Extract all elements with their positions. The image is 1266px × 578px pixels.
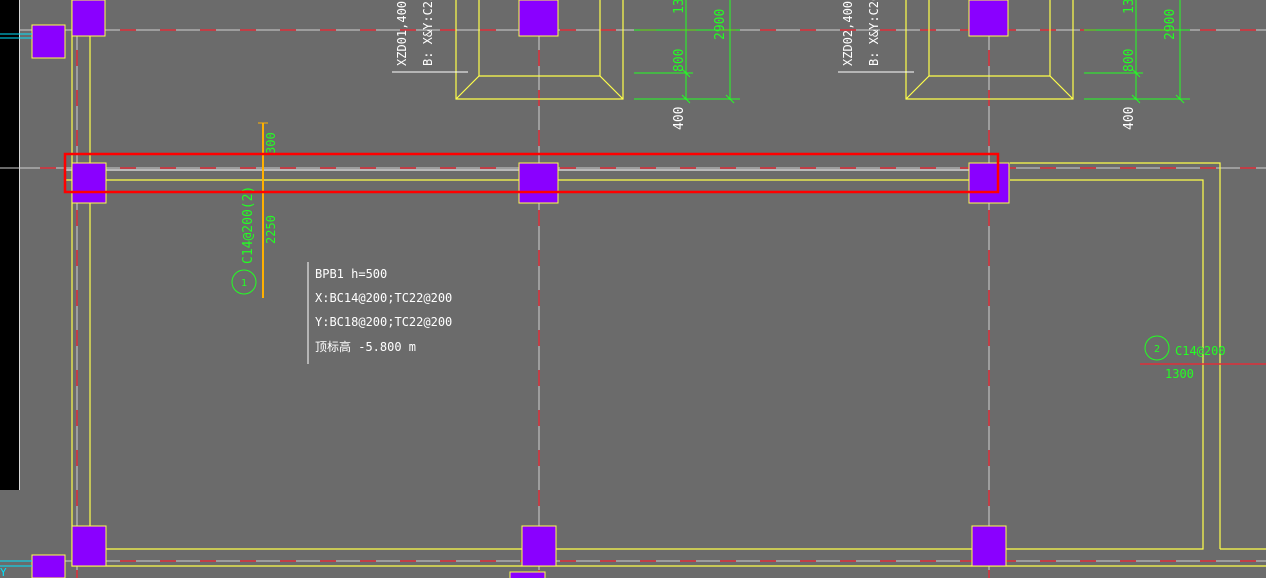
slab-label: BPB1 h=500 X:BC14@200;TC22@200 Y:BC18@20… [307, 262, 452, 364]
column [521, 525, 557, 567]
pile-cap-2-dim-2900: 2900 [1163, 9, 1178, 40]
cyan-marks [0, 33, 32, 567]
column [968, 162, 1010, 204]
foundation-outlines [71, 0, 1266, 567]
pile-cap-2-dim-400: 400 [1122, 107, 1137, 130]
rebar-1-number: 1 [241, 278, 247, 289]
column [968, 0, 1009, 37]
pile-cap-1-dim-top: 13 [672, 0, 687, 14]
columns [31, 0, 1010, 578]
column [509, 571, 546, 578]
pile-cap-1-annotation: XZD01,400 B: X&Y:C25@ 13 2900 800 400 [392, 0, 740, 130]
slab-rebar-1[interactable]: 1 C14@200(2) 300 2250 [231, 122, 278, 298]
column [518, 162, 559, 204]
rebar-1-dim-bottom: 2250 [264, 215, 278, 244]
pile-cap-2-reinforcement: B: X&Y:C20@ [867, 0, 881, 66]
cad-canvas[interactable]: Y XZD01,400 B: X&Y:C25@ 13 2900 800 400 … [0, 0, 1266, 578]
rebar-2-spec: C14@200 [1175, 344, 1226, 358]
pile-cap-1-reinforcement: B: X&Y:C25@ [421, 0, 435, 66]
slab-label-line4: 顶标高 -5.800 m [315, 339, 416, 354]
slab-label-line3: Y:BC18@200;TC22@200 [315, 315, 452, 329]
rebar-1-spec: C14@200(2) [241, 186, 256, 264]
column [31, 24, 66, 59]
pile-cap-2-name: XZD02,400 [841, 1, 855, 66]
pile-cap-2-dim-800: 800 [1122, 49, 1137, 72]
axis-lines [0, 0, 1266, 578]
pile-cap-1-dim-2900: 2900 [713, 9, 728, 40]
column [71, 525, 107, 567]
pile-cap-1-dim-400: 400 [672, 107, 687, 130]
column [71, 0, 106, 37]
pile-cap-2-dim-top: 13 [1122, 0, 1137, 14]
slab-label-line1: BPB1 h=500 [315, 267, 387, 281]
rebar-2-number: 2 [1154, 344, 1160, 355]
rebar-2-dim: 1300 [1165, 367, 1194, 381]
column [518, 0, 559, 37]
slab-label-line2: X:BC14@200;TC22@200 [315, 291, 452, 305]
rebar-1-dim-top: 300 [264, 132, 278, 154]
pile-cap-1-name: XZD01,400 [395, 1, 409, 66]
corner-mark: Y [0, 566, 7, 578]
pile-cap-2-annotation: XZD02,400 B: X&Y:C20@ 13 2900 800 400 [838, 0, 1190, 130]
column [71, 162, 107, 204]
pile-cap-1-dim-800: 800 [672, 49, 687, 72]
column [971, 525, 1007, 567]
column [31, 554, 66, 578]
